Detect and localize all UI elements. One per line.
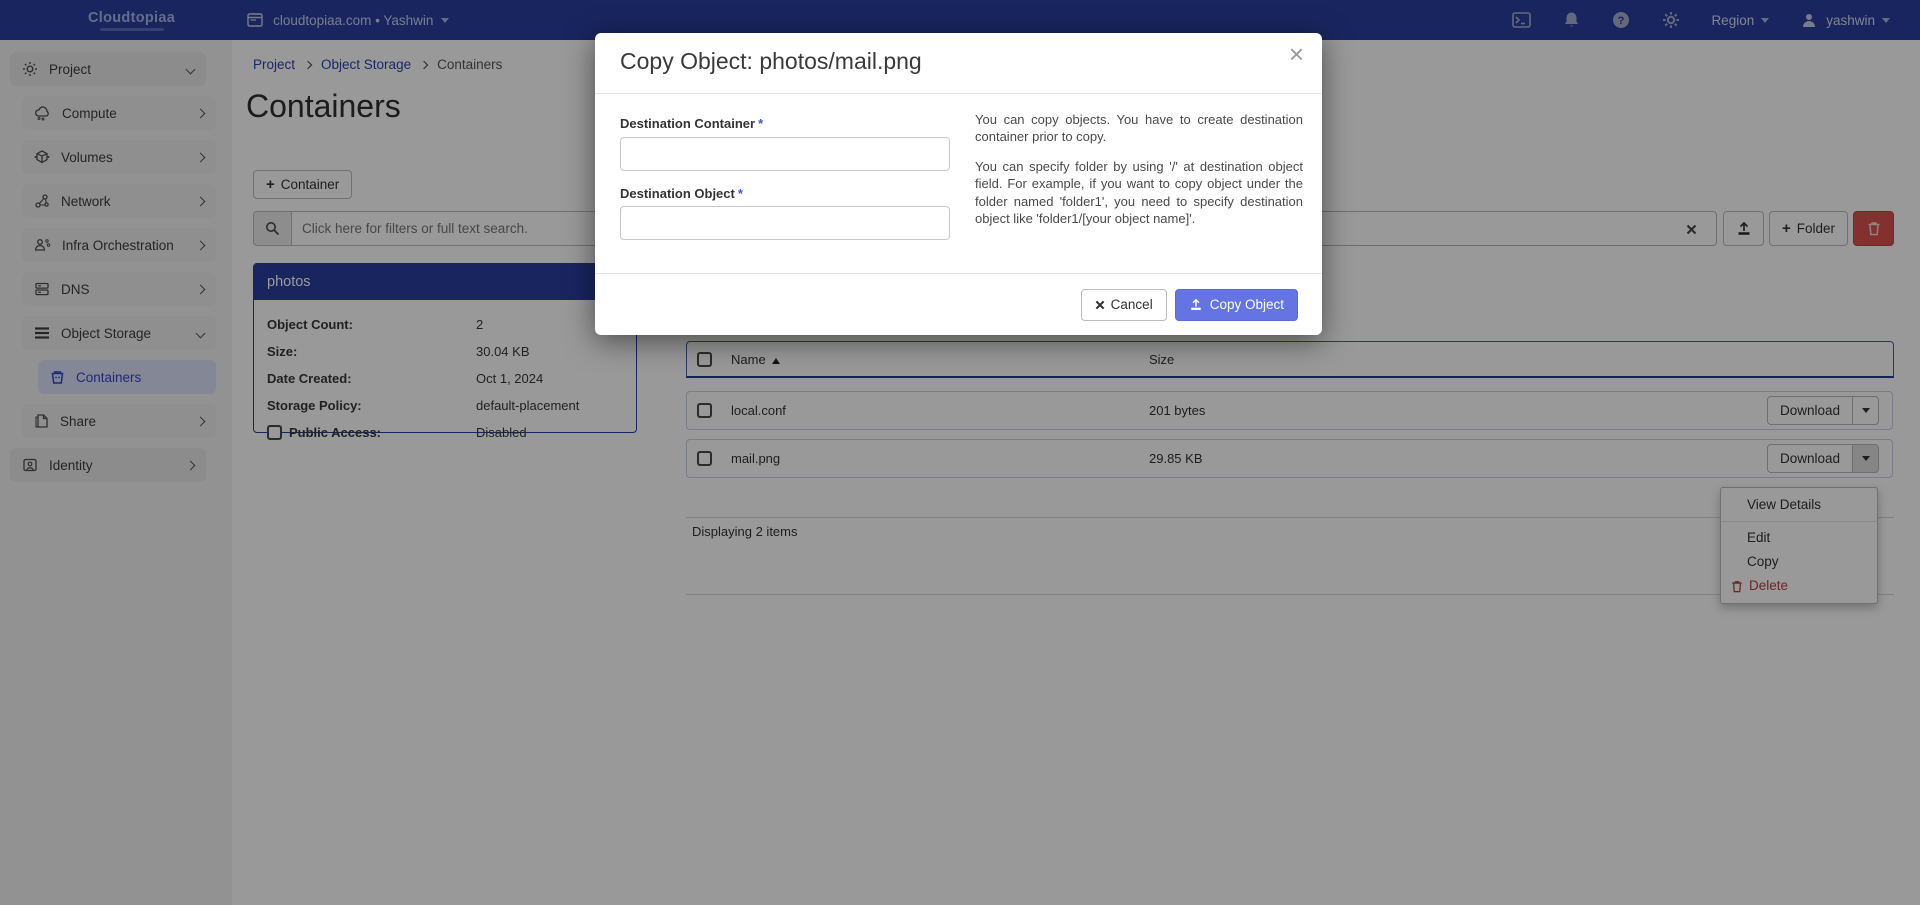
copy-object-modal: Copy Object: photos/mail.png × Destinati… xyxy=(595,33,1322,335)
field-label: Destination Container xyxy=(620,116,755,131)
field-label: Destination Object xyxy=(620,186,735,201)
destination-object-input[interactable] xyxy=(620,206,950,240)
copy-object-submit-button[interactable]: Copy Object xyxy=(1175,289,1298,321)
destination-object-label: Destination Object* xyxy=(620,186,743,201)
app-root: Cloudtopiaa cloudtopiaa.com • Yashwin ? xyxy=(0,0,1920,905)
modal-header: Copy Object: photos/mail.png × xyxy=(595,33,1322,94)
submit-label: Copy Object xyxy=(1210,297,1284,312)
close-icon xyxy=(1095,300,1105,310)
upload-icon xyxy=(1189,298,1203,311)
modal-help-paragraph-2: You can specify folder by using '/' at d… xyxy=(975,158,1303,227)
required-mark: * xyxy=(738,186,743,201)
cancel-button[interactable]: Cancel xyxy=(1081,289,1167,321)
cancel-label: Cancel xyxy=(1111,297,1153,312)
modal-help-paragraph-1: You can copy objects. You have to create… xyxy=(975,111,1303,146)
destination-container-label: Destination Container* xyxy=(620,116,763,131)
destination-container-input[interactable] xyxy=(620,137,950,171)
close-icon[interactable]: × xyxy=(1289,41,1304,67)
required-mark: * xyxy=(758,116,763,131)
modal-title: Copy Object: photos/mail.png xyxy=(620,48,922,75)
modal-body: Destination Container* Destination Objec… xyxy=(595,94,1322,274)
modal-footer: Cancel Copy Object xyxy=(595,273,1322,335)
